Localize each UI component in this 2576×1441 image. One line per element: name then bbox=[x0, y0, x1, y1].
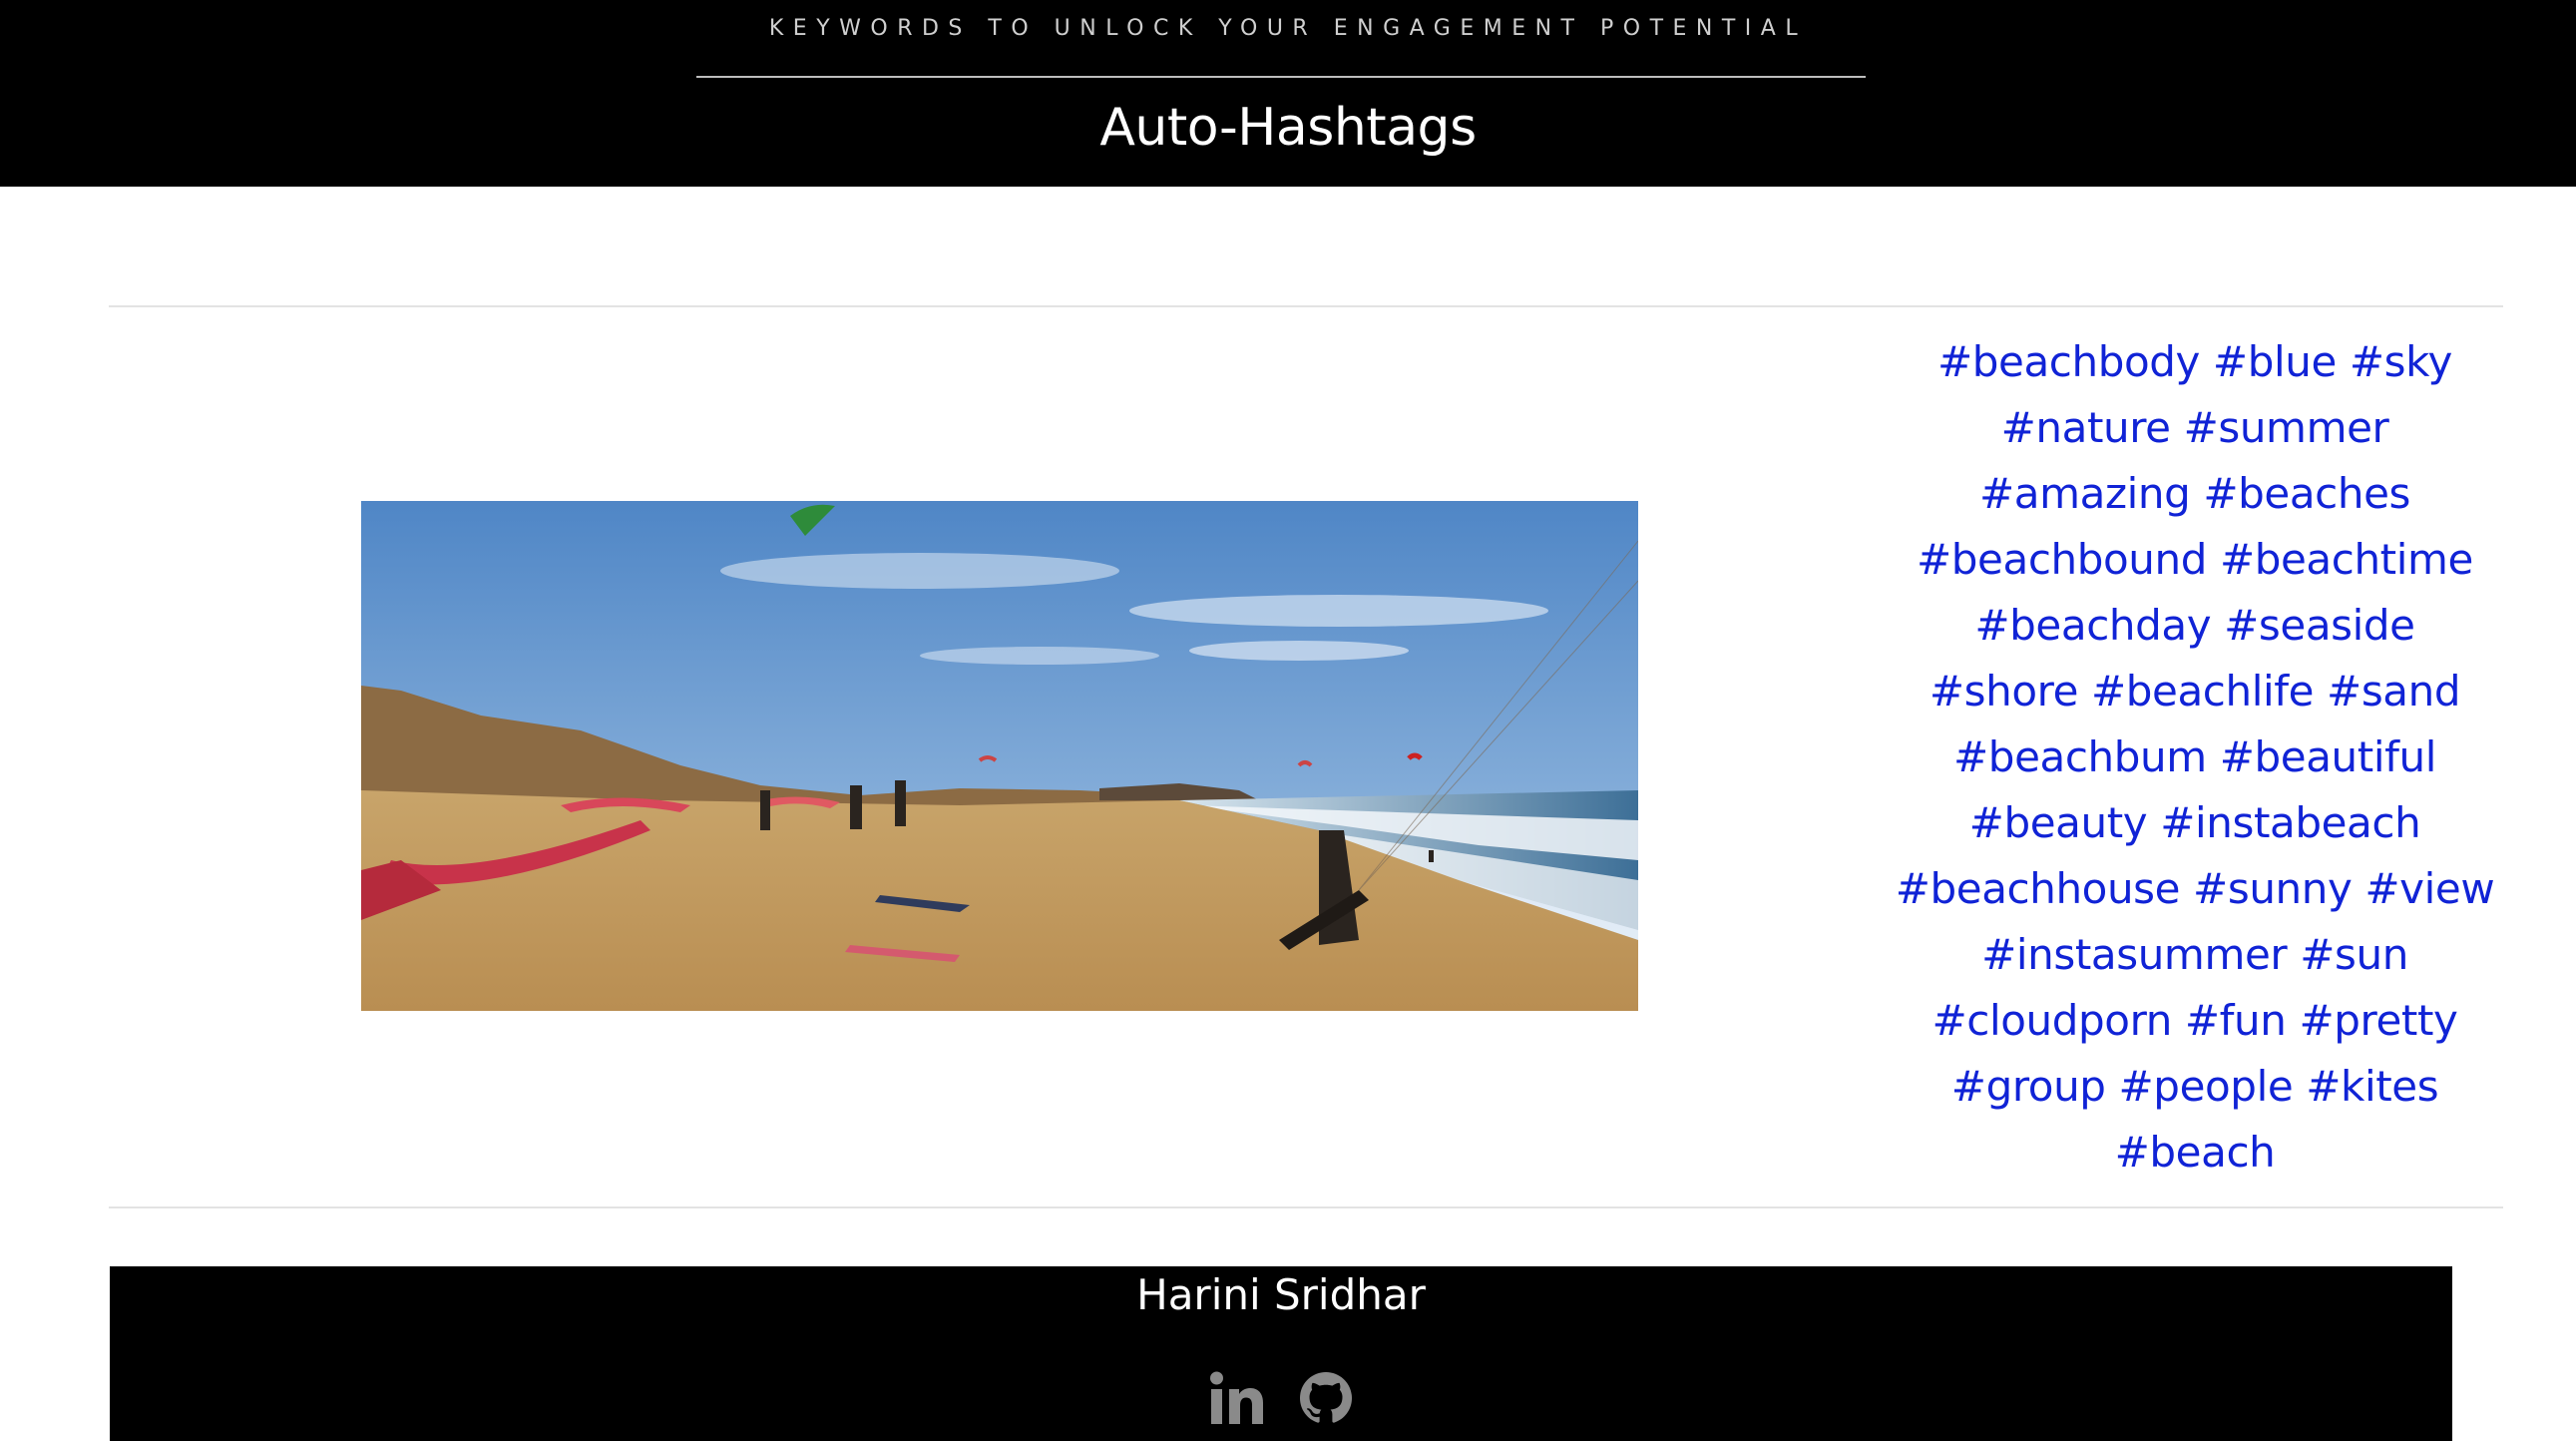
hashtag-line: #instasummer #sun bbox=[1981, 930, 2408, 979]
hashtag-line: #shore #beachlife #sand bbox=[1929, 667, 2461, 716]
page-header: KEYWORDS TO UNLOCK YOUR ENGAGEMENT POTEN… bbox=[0, 0, 2576, 187]
hashtag-line: #beachbound #beachtime bbox=[1917, 535, 2473, 584]
app-title: Auto-Hashtags bbox=[1099, 98, 1477, 158]
hashtag-line: #nature #summer bbox=[2000, 403, 2389, 452]
hashtag-line: #beachbody #blue #sky bbox=[1936, 337, 2453, 386]
hashtag-line: #beauty #instabeach bbox=[1968, 798, 2421, 847]
hashtag-line: #beachbum #beautiful bbox=[1953, 732, 2436, 781]
author-name: Harini Sridhar bbox=[1136, 1270, 1426, 1319]
tagline: KEYWORDS TO UNLOCK YOUR ENGAGEMENT POTEN… bbox=[768, 16, 1808, 41]
social-links bbox=[110, 1370, 2452, 1426]
hashtag-results: #beachbody #blue #sky #nature #summer #a… bbox=[1876, 329, 2514, 1186]
hashtag-line: #beachhouse #sunny #view bbox=[1895, 864, 2495, 913]
page-footer: Harini Sridhar bbox=[110, 1266, 2452, 1441]
uploaded-beach-photo bbox=[361, 501, 1638, 1011]
header-divider bbox=[696, 76, 1866, 78]
github-icon[interactable] bbox=[1298, 1370, 1354, 1426]
content-top-divider bbox=[109, 305, 2503, 307]
hashtag-line: #amazing #beaches bbox=[1979, 469, 2410, 518]
linkedin-icon[interactable] bbox=[1209, 1370, 1265, 1426]
hashtag-line: #beach bbox=[2114, 1128, 2276, 1177]
hashtag-line: #group #people #kites bbox=[1950, 1062, 2439, 1111]
hashtag-line: #cloudporn #fun #pretty bbox=[1932, 996, 2458, 1045]
hashtag-line: #beachday #seaside bbox=[1974, 601, 2415, 650]
content-bottom-divider bbox=[109, 1206, 2503, 1208]
